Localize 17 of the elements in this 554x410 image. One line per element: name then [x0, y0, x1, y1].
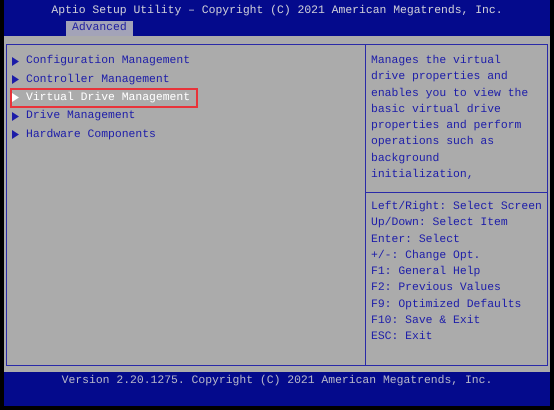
key-hint: Enter: Select — [371, 232, 461, 248]
menu-item[interactable]: Controller Management — [10, 69, 178, 90]
menu-tab[interactable]: Advanced — [66, 21, 133, 36]
key-hint: F9: Optimized Defaults — [371, 298, 522, 313]
menu-item[interactable]: Configuration Management — [10, 51, 198, 72]
key-hint: Left/Right: Select Screen — [371, 200, 543, 215]
key-hint: F10: Save & Exit — [371, 314, 482, 330]
menu-item[interactable]: Drive Management — [10, 106, 144, 127]
key-hint: ESC: Exit — [371, 330, 434, 346]
key-hint: +/-: Change Opt. — [371, 248, 482, 264]
key-hint: Up/Down: Select Item — [371, 216, 509, 232]
help-description: Manages the virtual drive properties and enables you to view the basic virtual drive properties and perform operations such as background initialization, — [371, 54, 530, 184]
version-text: Version 2.20.1275. Copyright (C) 2021 American Megatrends, Inc. — [62, 375, 492, 389]
menu-item[interactable]: Hardware Components — [10, 124, 164, 145]
key-hint: F2: Previous Values — [371, 280, 502, 296]
key-hint: F1: General Help — [371, 264, 482, 280]
window-title: Aptio Setup Utility – Copyright (C) 2021 American Megatrends, Inc. — [51, 4, 503, 18]
